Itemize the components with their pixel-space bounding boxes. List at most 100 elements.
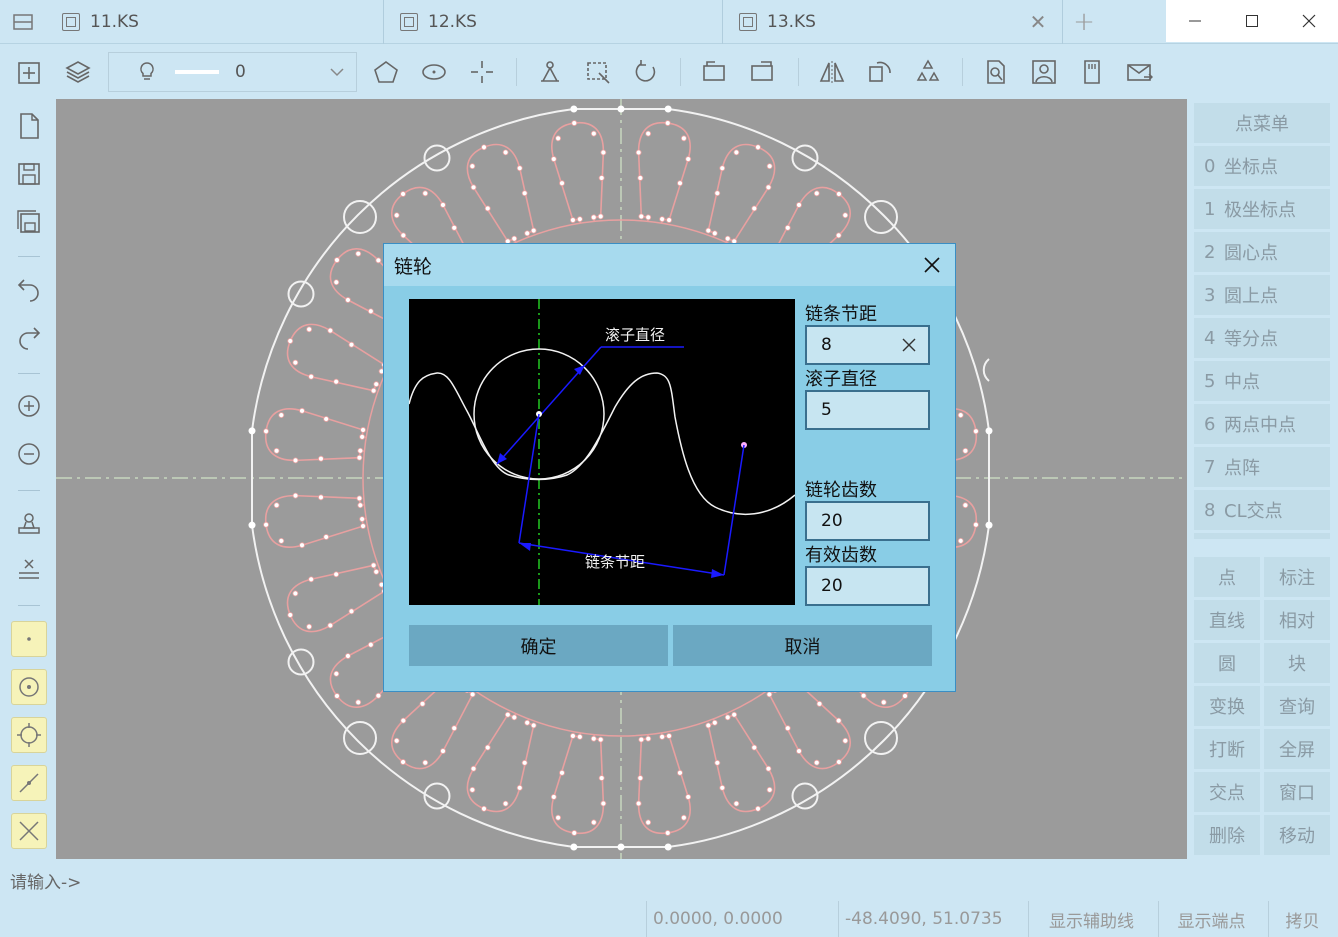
rotate-button[interactable] bbox=[632, 58, 660, 86]
polygon-button[interactable] bbox=[372, 58, 400, 86]
point-menu-item-number: 1 bbox=[1204, 198, 1216, 220]
add-tab-button[interactable]: + bbox=[1064, 0, 1104, 44]
command-button[interactable]: 点 bbox=[1194, 557, 1260, 597]
new-file-button[interactable] bbox=[14, 111, 44, 141]
stator-slot bbox=[550, 732, 607, 836]
slot-vertex-point bbox=[685, 156, 692, 162]
point-menu-item[interactable]: 5 中点 bbox=[1194, 361, 1330, 401]
point-menu-item[interactable]: 8 CL交点 bbox=[1194, 490, 1330, 530]
dialog-close-button[interactable] bbox=[917, 250, 947, 280]
redo-button[interactable] bbox=[14, 322, 44, 352]
pan-button[interactable] bbox=[14, 509, 44, 539]
stator-slot bbox=[263, 492, 367, 549]
command-button[interactable]: 相对 bbox=[1264, 600, 1330, 640]
dialog-title: 链轮 bbox=[384, 244, 955, 286]
maximize-button[interactable] bbox=[1223, 0, 1280, 42]
sd-card-button[interactable] bbox=[1078, 58, 1106, 86]
point-menu-item[interactable]: 3 圆上点 bbox=[1194, 275, 1330, 315]
command-button[interactable]: 删除 bbox=[1194, 815, 1260, 855]
clear-button[interactable] bbox=[14, 555, 44, 585]
command-button[interactable]: 窗口 bbox=[1264, 772, 1330, 812]
sd-card-icon bbox=[1084, 60, 1100, 84]
point-menu-item[interactable]: 2 圆心点 bbox=[1194, 232, 1330, 272]
save-button[interactable] bbox=[14, 159, 44, 189]
command-button[interactable]: 变换 bbox=[1194, 686, 1260, 726]
tab-12[interactable]: 12.KS bbox=[384, 0, 723, 44]
point-menu-item[interactable]: 6 两点中点 bbox=[1194, 404, 1330, 444]
trim-button[interactable] bbox=[748, 58, 776, 86]
slot-vertex-point bbox=[530, 722, 537, 729]
ok-button[interactable]: 确定 bbox=[409, 625, 668, 666]
select-move-button[interactable] bbox=[584, 58, 612, 86]
zoom-in-button[interactable] bbox=[14, 391, 44, 421]
ellipse-button[interactable] bbox=[420, 58, 448, 86]
close-tab-icon[interactable]: ✕ bbox=[1028, 10, 1048, 34]
show-aux-lines-button[interactable]: 显示辅助线 bbox=[1028, 901, 1154, 937]
minimize-button[interactable] bbox=[1166, 0, 1223, 42]
crosshair-button[interactable] bbox=[468, 58, 496, 86]
circle-center-icon bbox=[19, 677, 39, 697]
redo-icon bbox=[19, 327, 41, 350]
array-button[interactable] bbox=[914, 58, 942, 86]
vertex-point bbox=[617, 105, 625, 113]
effective-teeth-input[interactable]: 20 bbox=[805, 566, 930, 606]
command-button[interactable]: 全屏 bbox=[1264, 729, 1330, 769]
snap-point-button[interactable] bbox=[11, 621, 47, 657]
save-as-button[interactable] bbox=[14, 207, 44, 237]
mounting-hole bbox=[791, 144, 819, 172]
tab-11[interactable]: 11.KS bbox=[46, 0, 384, 44]
point-menu-item[interactable]: 0 坐标点 bbox=[1194, 146, 1330, 186]
command-button[interactable]: 交点 bbox=[1194, 772, 1260, 812]
maximize-icon bbox=[1245, 15, 1258, 27]
mirror-button[interactable] bbox=[818, 58, 846, 86]
snap-midpoint-button[interactable] bbox=[11, 765, 47, 801]
slot-vertex-point bbox=[598, 175, 605, 181]
point-menu-item[interactable]: 4 等分点 bbox=[1194, 318, 1330, 358]
layers-button[interactable] bbox=[64, 58, 92, 86]
command-button[interactable]: 标注 bbox=[1264, 557, 1330, 597]
clear-input-icon[interactable] bbox=[900, 335, 918, 355]
command-button[interactable]: 查询 bbox=[1264, 686, 1330, 726]
command-button[interactable]: 圆 bbox=[1194, 643, 1260, 683]
query-button[interactable] bbox=[982, 58, 1010, 86]
sidebar-toggle-button[interactable] bbox=[0, 0, 46, 44]
line-style-select[interactable]: 0 bbox=[108, 52, 357, 92]
rotate-copy-button[interactable] bbox=[866, 58, 894, 86]
close-window-button[interactable] bbox=[1281, 0, 1338, 42]
snap-center-button[interactable] bbox=[11, 669, 47, 705]
command-button[interactable]: 移动 bbox=[1264, 815, 1330, 855]
anchor-button[interactable] bbox=[536, 58, 564, 86]
point-menu-item[interactable]: 7 点阵 bbox=[1194, 447, 1330, 487]
rotate-icon bbox=[635, 60, 656, 82]
cancel-button[interactable]: 取消 bbox=[673, 625, 932, 666]
slot-vertex-point bbox=[598, 775, 605, 781]
slot-vertex-point bbox=[962, 447, 969, 454]
command-button[interactable]: 直线 bbox=[1194, 600, 1260, 640]
command-prompt[interactable]: 请输入-> bbox=[10, 868, 81, 893]
tab-label: 13.KS bbox=[767, 12, 816, 32]
slot-vertex-point bbox=[705, 722, 712, 729]
toolbar-separator bbox=[798, 58, 799, 86]
user-button[interactable] bbox=[1030, 58, 1058, 86]
show-endpoints-button[interactable]: 显示端点 bbox=[1158, 901, 1264, 937]
slot-vertex-point bbox=[345, 297, 351, 303]
point-menu-item[interactable]: 1 极坐标点 bbox=[1194, 189, 1330, 229]
new-view-button[interactable] bbox=[16, 58, 44, 86]
snap-intersection-button[interactable] bbox=[11, 813, 47, 849]
trim-icon bbox=[751, 61, 773, 81]
undo-button[interactable] bbox=[14, 274, 44, 304]
command-button[interactable]: 打断 bbox=[1194, 729, 1260, 769]
tab-13[interactable]: 13.KS ✕ bbox=[723, 0, 1063, 44]
sprocket-teeth-input[interactable]: 20 bbox=[805, 501, 930, 541]
offset-button[interactable] bbox=[700, 58, 728, 86]
command-button[interactable]: 块 bbox=[1264, 643, 1330, 683]
chain-pitch-input[interactable]: 8 bbox=[805, 325, 930, 365]
send-button[interactable] bbox=[1126, 58, 1154, 86]
slot-vertex-point bbox=[521, 190, 528, 197]
roller-diameter-input[interactable]: 5 bbox=[805, 390, 930, 430]
snap-quadrant-button[interactable] bbox=[11, 717, 47, 753]
zoom-out-button[interactable] bbox=[14, 439, 44, 469]
status-bar: 0.0000, 0.0000 -48.4090, 51.0735 显示辅助线 显… bbox=[0, 899, 1338, 937]
slot-vertex-point bbox=[263, 428, 269, 435]
copy-button[interactable]: 拷贝 bbox=[1268, 901, 1336, 937]
